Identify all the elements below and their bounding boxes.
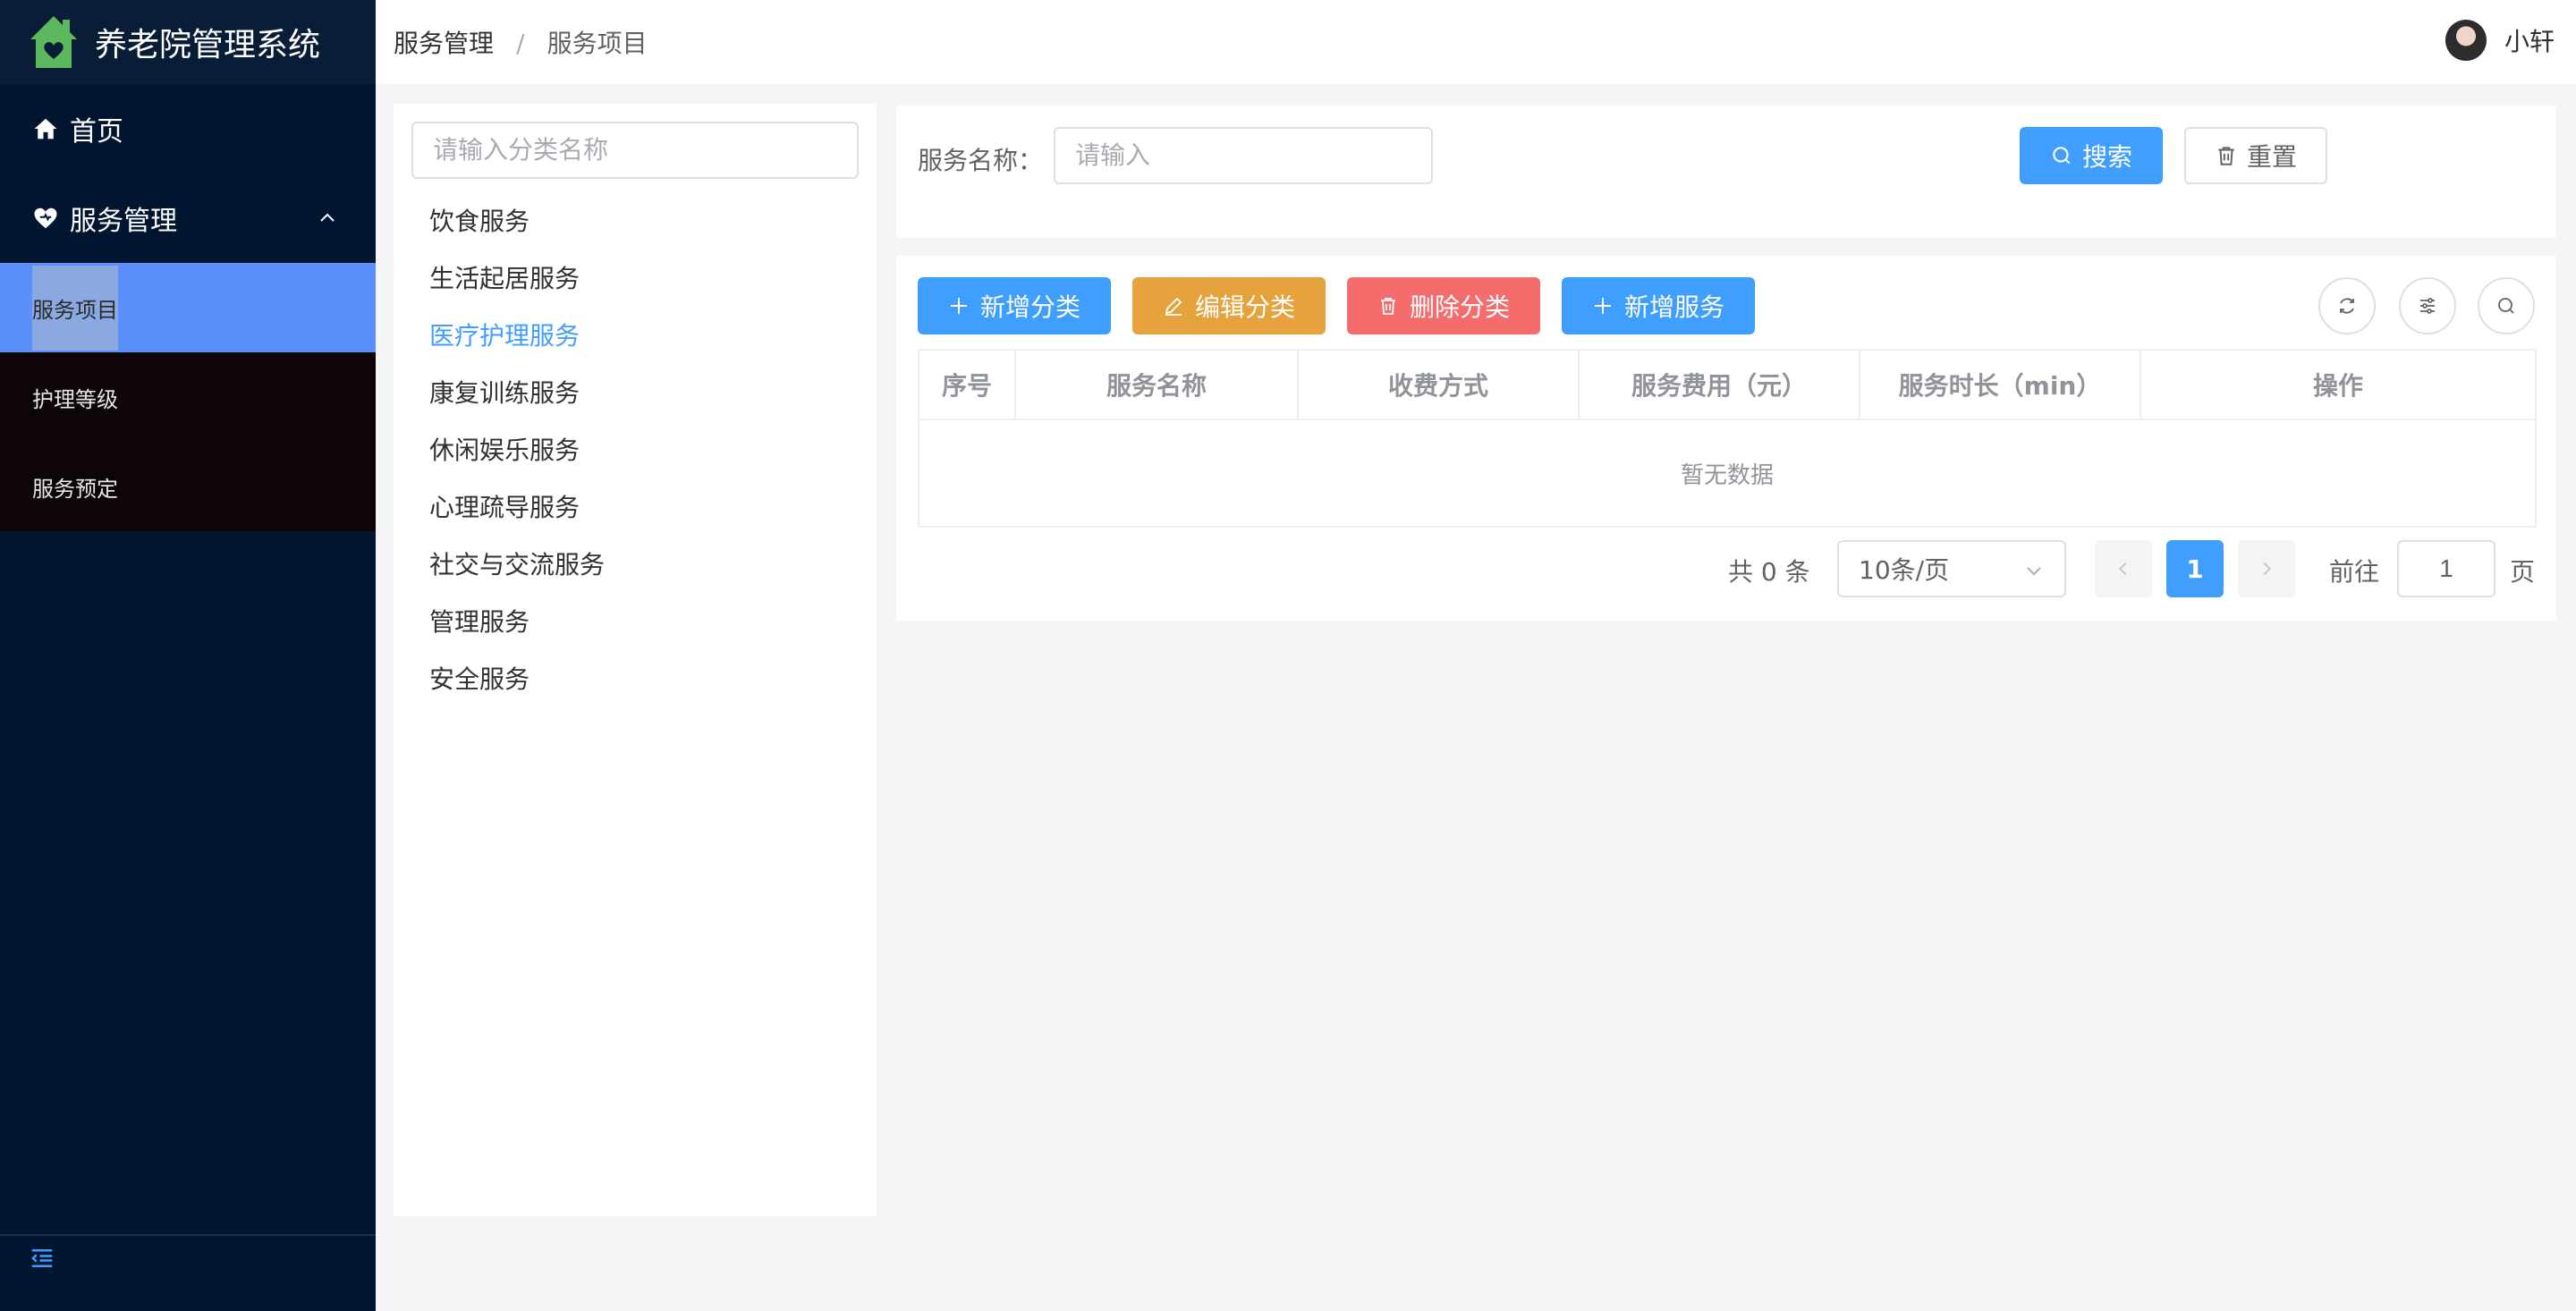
category-panel: 饮食服务 生活起居服务 医疗护理服务 康复训练服务 休闲娱乐服务 心理疏导服务 … (394, 104, 877, 1216)
refresh-icon (2340, 298, 2354, 314)
trash-icon (1380, 298, 1395, 315)
sidebar-item-care-level[interactable]: 护理等级 (0, 352, 376, 442)
breadcrumb-item[interactable]: 服务管理 (394, 29, 494, 58)
page-size-select[interactable]: 10条/页 (1837, 540, 2066, 597)
house-heart-logo-icon (30, 16, 77, 68)
category-search-input[interactable] (411, 122, 859, 179)
sidebar-item-label: 服务项目 (32, 265, 118, 351)
column-header: 服务费用（元） (1580, 351, 1860, 419)
sidebar-item-home[interactable]: 首页 (0, 84, 376, 173)
chevron-down-icon (2027, 567, 2041, 576)
breadcrumb-item-current: 服务项目 (547, 29, 648, 58)
prev-page-button[interactable] (2095, 540, 2152, 597)
plus-icon (1594, 298, 1611, 314)
category-item[interactable]: 饮食服务 (394, 191, 877, 249)
delete-category-label: 删除分类 (1409, 292, 1510, 322)
add-service-button[interactable]: 新增服务 (1562, 277, 1755, 334)
category-item-active[interactable]: 医疗护理服务 (394, 306, 877, 363)
user-name[interactable]: 小轩 (2504, 22, 2555, 58)
sidebar-item-service-items[interactable]: 服务项目 (0, 263, 376, 352)
pagination: 共 0 条 10条/页 1 前往 页 (896, 540, 2556, 597)
breadcrumb: 服务管理 / 服务项目 (394, 24, 648, 60)
heart-hand-icon (34, 207, 57, 229)
search-button[interactable]: 搜索 (2020, 127, 2163, 184)
chevron-right-icon (2263, 562, 2271, 576)
delete-category-button[interactable]: 删除分类 (1347, 277, 1540, 334)
total-count: 共 0 条 (1728, 557, 1810, 587)
reset-button-label: 重置 (2246, 142, 2297, 172)
add-service-label: 新增服务 (1623, 292, 1724, 322)
reset-button[interactable]: 重置 (2184, 127, 2327, 184)
sidebar: 养老院管理系统 首页 服务管理 服务项目 护理等级 服务预定 (0, 0, 376, 1311)
column-header: 服务名称 (1016, 351, 1299, 419)
search-button-label: 搜索 (2081, 142, 2132, 172)
sidebar-group-service-management[interactable]: 服务管理 (0, 173, 376, 263)
next-page-button[interactable] (2238, 540, 2295, 597)
sidebar-item-label: 护理等级 (32, 386, 118, 412)
category-list: 饮食服务 生活起居服务 医疗护理服务 康复训练服务 休闲娱乐服务 心理疏导服务 … (394, 191, 877, 706)
category-item[interactable]: 康复训练服务 (394, 363, 877, 420)
service-table: 序号 服务名称 收费方式 服务费用（元） 服务时长（min） 操作 暂无数据 (918, 349, 2537, 528)
column-settings-button[interactable] (2399, 277, 2456, 334)
toggle-search-button[interactable] (2478, 277, 2535, 334)
column-header: 收费方式 (1299, 351, 1580, 419)
goto-page-input[interactable] (2397, 540, 2496, 597)
plus-icon (950, 298, 967, 314)
service-name-label: 服务名称： (918, 146, 1044, 175)
edit-category-label: 编辑分类 (1194, 292, 1295, 322)
breadcrumb-separator: / (516, 29, 525, 58)
sidebar-item-label: 服务预定 (32, 476, 118, 502)
collapse-menu-icon[interactable] (29, 1245, 55, 1272)
search-icon (2053, 147, 2071, 165)
submenu: 服务项目 护理等级 服务预定 (0, 263, 376, 531)
search-icon (2498, 298, 2514, 314)
add-category-label: 新增分类 (979, 292, 1080, 322)
category-item[interactable]: 休闲娱乐服务 (394, 420, 877, 478)
page-number-button[interactable]: 1 (2166, 540, 2224, 597)
page-size-value: 10条/页 (1859, 555, 1950, 585)
category-item[interactable]: 心理疏导服务 (394, 478, 877, 535)
chevron-left-icon (2119, 562, 2127, 576)
category-item[interactable]: 安全服务 (394, 649, 877, 706)
app-title: 养老院管理系统 (95, 27, 321, 63)
home-icon (34, 118, 57, 140)
trash-icon (2218, 147, 2234, 165)
goto-suffix: 页 (2510, 557, 2536, 587)
column-header: 服务时长（min） (1860, 351, 2141, 419)
divider (0, 1234, 376, 1236)
service-table-card: 新增分类 编辑分类 删除分类 新增服务 序号 服务名称 收费方式 服务费用（元）… (896, 256, 2556, 621)
sidebar-item-label: 首页 (70, 116, 123, 148)
goto-label: 前往 (2329, 557, 2380, 587)
table-header: 序号 服务名称 收费方式 服务费用（元） 服务时长（min） 操作 (919, 351, 2535, 420)
user-menu[interactable]: 小轩 (2445, 20, 2555, 61)
logo-bar: 养老院管理系统 (0, 0, 376, 84)
category-item[interactable]: 生活起居服务 (394, 249, 877, 306)
empty-state: 暂无数据 (1680, 461, 1774, 489)
edit-category-button[interactable]: 编辑分类 (1132, 277, 1326, 334)
sliders-icon (2420, 298, 2435, 314)
category-item[interactable]: 社交与交流服务 (394, 535, 877, 592)
sidebar-group-label: 服务管理 (70, 206, 177, 237)
search-form: 服务名称： 搜索 重置 (896, 106, 2556, 238)
column-header: 操作 (2312, 371, 2363, 401)
sidebar-item-service-booking[interactable]: 服务预定 (0, 442, 376, 531)
category-item[interactable]: 管理服务 (394, 592, 877, 649)
avatar[interactable] (2445, 20, 2487, 61)
add-category-button[interactable]: 新增分类 (918, 277, 1111, 334)
column-header: 序号 (919, 351, 1016, 419)
service-name-input[interactable] (1054, 127, 1433, 184)
refresh-button[interactable] (2318, 277, 2376, 334)
top-header: 服务管理 / 服务项目 小轩 (376, 0, 2576, 84)
chevron-up-icon (320, 213, 335, 222)
edit-icon (1165, 297, 1182, 316)
